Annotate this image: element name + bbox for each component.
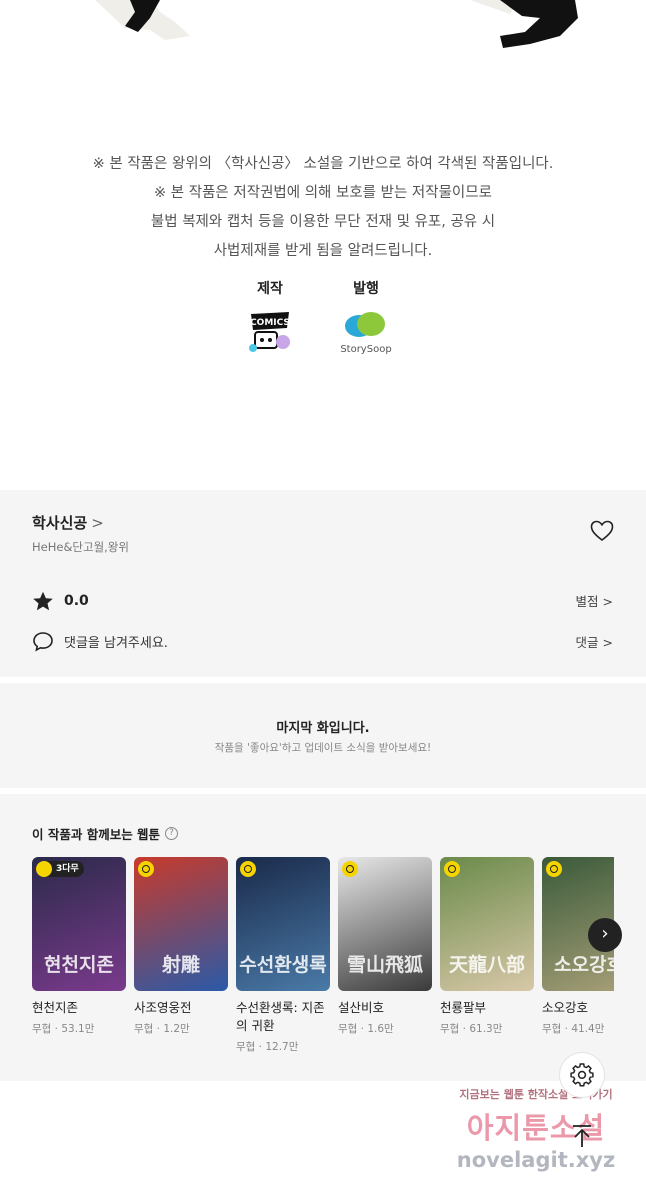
notice-line: ※ 본 작품은 저작권법에 의해 보호를 받는 저작물이므로 <box>154 185 492 201</box>
card-title[interactable]: 사조영웅전 <box>134 999 228 1017</box>
wait-free-clock-icon <box>138 861 154 877</box>
last-episode-title: 마지막 화입니다. <box>276 721 370 736</box>
card-thumbnail[interactable]: 雪山飛狐 <box>338 857 432 991</box>
wait-free-clock-icon <box>546 861 562 877</box>
cover-title-art: 소오강호 <box>554 954 614 976</box>
cover-title-art: 雪山飛狐 <box>346 954 423 976</box>
scroll-top-button[interactable] <box>568 1122 596 1150</box>
card-title[interactable]: 현천지존 <box>32 999 126 1017</box>
speech-bubble-icon <box>33 631 53 652</box>
cover-title-art: 射雕 <box>161 954 200 976</box>
last-episode-subtitle: 작품을 '좋아요'하고 업데이트 소식을 받아보세요! <box>214 742 432 754</box>
star-icon <box>33 591 53 610</box>
card-title[interactable]: 소오강호 <box>542 999 614 1017</box>
card-meta: 무협 · 61.3만 <box>440 1023 503 1035</box>
publisher-label: 발행 <box>353 281 379 297</box>
rating-value: 0.0 <box>64 593 89 609</box>
comment-link[interactable]: 댓글 > <box>576 632 613 651</box>
settings-button[interactable] <box>559 1052 605 1098</box>
recommendation-heading: 이 작품과 함께보는 웹툰 ? <box>32 824 179 843</box>
watermark-line2: 아지툰소설 <box>466 1111 606 1145</box>
watermark-line1: 지금보는 웹툰 한작소설 보러가기 <box>459 1088 613 1101</box>
rating-row: 0.0 <box>32 590 89 612</box>
card-title[interactable]: 설산비호 <box>338 999 432 1017</box>
storysoop-logo: StorySoop <box>335 308 397 356</box>
cover-title-art: 수선환생록 <box>239 954 327 976</box>
wait-free-clock-icon <box>444 861 460 877</box>
card-meta: 무협 · 1.6만 <box>338 1023 394 1035</box>
card-title[interactable]: 천룡팔부 <box>440 999 534 1017</box>
recommendation-title: 이 작품과 함께보는 웹툰 <box>32 827 161 842</box>
free-badge: 3다무 <box>36 861 84 877</box>
card-meta: 무협 · 1.2만 <box>134 1023 190 1035</box>
notice-line: ※ 본 작품은 왕위의 〈학사신공〉 소설을 기반으로 하여 각색된 작품입니다… <box>92 156 554 172</box>
series-title-link[interactable]: 학사신공 > <box>32 512 104 533</box>
recommendation-carousel: 3다무 현천지존 현천지존 무협 · 53.1만 射雕 사조영웅전 무협 · 1.2만 수선환… <box>32 857 614 1067</box>
card-thumbnail[interactable]: 射雕 <box>134 857 228 991</box>
notice-line: 불법 복제와 캡처 등을 이용한 무단 전재 및 유포, 공유 시 <box>150 214 496 230</box>
recommendation-card[interactable]: 수선환생록수선환생록: 지존의 귀환무협 · 12.7만 <box>236 857 330 1054</box>
credit-publisher: 발행 StorySoop <box>335 278 397 356</box>
card-thumbnail[interactable]: 天龍八部 <box>440 857 534 991</box>
card-meta: 무협 · 53.1만 <box>32 1023 95 1035</box>
credit-producer: 제작 COMICS <box>240 278 300 356</box>
gear-icon <box>570 1063 594 1087</box>
card-thumbnail[interactable]: 수선환생록 <box>236 857 330 991</box>
credits: 제작 COMICS 발행 StorySoop <box>0 278 646 368</box>
arrow-up-icon <box>573 1125 591 1147</box>
comment-row[interactable]: 댓글을 남겨주세요. <box>32 630 168 652</box>
carousel-next-button[interactable]: › <box>588 918 622 952</box>
help-icon[interactable]: ? <box>165 827 179 840</box>
card-title[interactable]: 수선환생록: 지존의 귀환 <box>236 999 330 1035</box>
comics-logo-text: COMICS <box>250 318 290 328</box>
series-authors: HeHe&단고월,왕위 <box>32 540 129 554</box>
comics-logo: COMICS <box>247 308 293 356</box>
storysoop-logo-text: StorySoop <box>340 344 391 355</box>
recommendation-card[interactable]: 3다무 현천지존 현천지존 무협 · 53.1만 <box>32 857 126 1036</box>
rating-link[interactable]: 별점 > <box>576 591 613 610</box>
recommendation-card[interactable]: 射雕 사조영웅전무협 · 1.2만 <box>134 857 228 1036</box>
series-info-section: 학사신공 > HeHe&단고월,왕위 0.0 별점 > 댓글을 남겨주세요. 댓글… <box>0 490 646 677</box>
cover-title-art: 현천지존 <box>44 954 114 976</box>
last-episode-section: 마지막 화입니다. 작품을 '좋아요'하고 업데이트 소식을 받아보세요! <box>0 683 646 788</box>
recommendation-card[interactable]: 雪山飛狐 설산비호무협 · 1.6만 <box>338 857 432 1036</box>
comment-prompt: 댓글을 남겨주세요. <box>64 635 168 651</box>
recommendation-section: 이 작품과 함께보는 웹툰 ? 3다무 현천지존 현천지존 무협 · 53.1만 射雕 사… <box>0 794 646 1081</box>
recommendation-card[interactable]: 天龍八部 천룡팔부무협 · 61.3만 <box>440 857 534 1036</box>
series-title: 학사신공 <box>32 514 88 532</box>
wait-free-clock-icon <box>240 861 256 877</box>
watermark-line3: novelagit.xyz <box>456 1148 616 1172</box>
chevron-right-icon: > <box>91 514 104 532</box>
card-meta: 무협 · 12.7만 <box>236 1041 299 1053</box>
site-watermark: 지금보는 웹툰 한작소설 보러가기 아지툰소설 novelagit.xyz <box>436 1086 636 1186</box>
wait-free-clock-icon <box>342 861 358 877</box>
producer-label: 제작 <box>257 281 283 297</box>
copyright-notice: ※ 본 작품은 왕위의 〈학사신공〉 소설을 기반으로 하여 각색된 작품입니다… <box>0 150 646 266</box>
episode-image-bottom <box>0 0 646 60</box>
cover-title-art: 天龍八部 <box>448 954 525 976</box>
card-thumbnail[interactable]: 3다무현천지존 <box>32 857 126 991</box>
card-meta: 무협 · 41.4만 <box>542 1023 605 1035</box>
notice-line: 사법제재를 받게 됨을 알려드립니다. <box>213 243 433 259</box>
like-heart-icon[interactable] <box>590 520 614 542</box>
